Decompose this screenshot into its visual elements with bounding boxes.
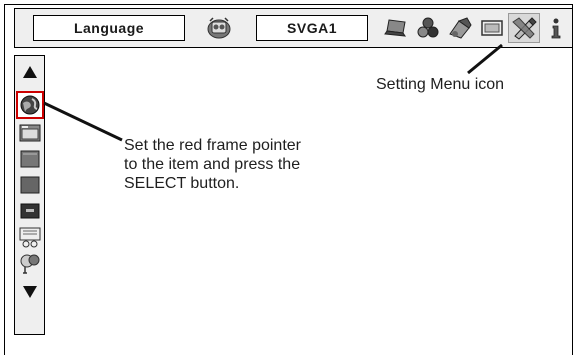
background-icon[interactable] — [18, 148, 42, 170]
top-menu-bar: Language SVGA1 — [14, 8, 573, 48]
language-label: Language — [73, 20, 145, 36]
setting-menu-icon-callout: Setting Menu icon — [376, 76, 505, 93]
scroll-down-arrow-icon[interactable] — [18, 281, 42, 303]
image-adjust-icon[interactable] — [445, 14, 475, 42]
pointer-instruction-line1: Set the red frame pointer — [124, 137, 301, 154]
logo-icon[interactable] — [18, 200, 42, 222]
language-icon[interactable] — [18, 94, 42, 116]
auto-setup-icon[interactable] — [18, 122, 42, 144]
source-box: SVGA1 — [256, 15, 368, 41]
display-icon[interactable] — [381, 14, 411, 42]
input-source-icon[interactable] — [204, 14, 234, 42]
lamp-control-icon[interactable] — [18, 252, 42, 274]
color-adjust-icon[interactable] — [413, 14, 443, 42]
setting-menu-sidebar — [14, 55, 45, 335]
pointer-instruction-line2: to the item and press the — [124, 156, 301, 173]
information-icon[interactable] — [541, 14, 571, 42]
source-label: SVGA1 — [287, 20, 337, 36]
menu-screen-frame — [4, 4, 573, 355]
setting-icon[interactable] — [508, 13, 540, 43]
language-box: Language — [33, 15, 185, 41]
screen-icon[interactable] — [477, 14, 507, 42]
ceiling-icon[interactable] — [18, 226, 42, 248]
display-icon[interactable] — [18, 174, 42, 196]
scroll-up-arrow-icon[interactable] — [18, 61, 42, 83]
pointer-instruction-line3: SELECT button. — [124, 175, 240, 192]
